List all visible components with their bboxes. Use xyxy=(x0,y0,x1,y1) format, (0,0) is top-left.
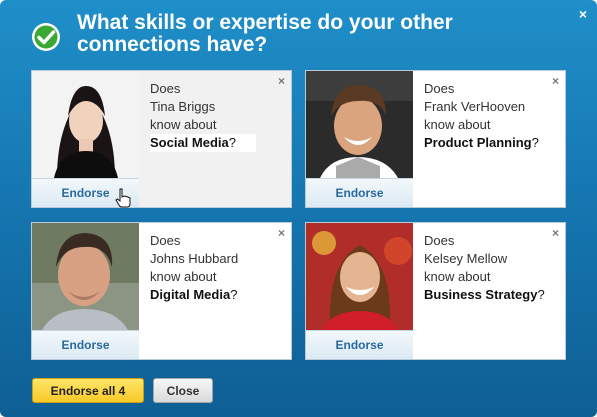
endorse-button-3[interactable]: Endorse xyxy=(32,330,139,359)
skill-name: Business Strategy xyxy=(424,287,538,302)
card-line-know-about: know about xyxy=(150,117,217,132)
connection-name: Johns Hubbard xyxy=(150,251,239,266)
card-line-know-about: know about xyxy=(424,117,491,132)
skill-name: Product Planning xyxy=(424,135,532,150)
card-line-know-about: know about xyxy=(150,269,217,284)
question-mark: ? xyxy=(531,135,539,150)
question-mark: ? xyxy=(537,287,545,302)
card-line-does: Does xyxy=(424,81,455,96)
card-text-1: Does Tina Briggs know about Social Media… xyxy=(150,80,290,152)
profile-photo-3 xyxy=(32,223,139,330)
skill-name: Digital Media xyxy=(150,287,231,302)
endorse-card-3: Endorse × Does Johns Hubbard know about … xyxy=(31,222,292,360)
card-line-know-about: know about xyxy=(424,269,491,284)
dialog-title: What skills or expertise do your other c… xyxy=(77,11,453,56)
endorse-card-2: Endorse × Does Frank VerHooven know abou… xyxy=(305,70,566,208)
question-mark: ? xyxy=(230,287,238,302)
profile-photo-1 xyxy=(32,71,139,178)
profile-photo-4 xyxy=(306,223,413,330)
endorse-card-4: Endorse × Does Kelsey Mellow know about … xyxy=(305,222,566,360)
card-line-does: Does xyxy=(424,233,455,248)
question-mark: ? xyxy=(228,135,236,150)
endorse-button-4[interactable]: Endorse xyxy=(306,330,413,359)
hand-pointer-icon xyxy=(115,188,131,208)
endorse-button-2[interactable]: Endorse xyxy=(306,178,413,207)
card-text-2: Does Frank VerHooven know about Product … xyxy=(424,80,564,152)
card-line-does: Does xyxy=(150,233,181,248)
card-text-3: Does Johns Hubbard know about Digital Me… xyxy=(150,232,290,304)
card-line-does: Does xyxy=(150,81,181,96)
connection-name: Tina Briggs xyxy=(150,99,216,114)
dialog-close-icon[interactable]: × xyxy=(579,6,587,22)
connection-name: Kelsey Mellow xyxy=(424,251,508,266)
card-text-4: Does Kelsey Mellow know about Business S… xyxy=(424,232,564,304)
skill-name: Social Media xyxy=(150,135,229,150)
endorsement-dialog: × What skills or expertise do your other… xyxy=(0,0,597,417)
endorse-all-button[interactable]: Endorse all 4 xyxy=(32,378,144,403)
endorse-card-1: Endorse × Does Tina Briggs know about So… xyxy=(31,70,292,208)
close-button[interactable]: Close xyxy=(153,378,213,403)
connection-name: Frank VerHooven xyxy=(424,99,526,114)
checkmark-icon xyxy=(32,23,60,51)
profile-photo-2 xyxy=(306,71,413,178)
